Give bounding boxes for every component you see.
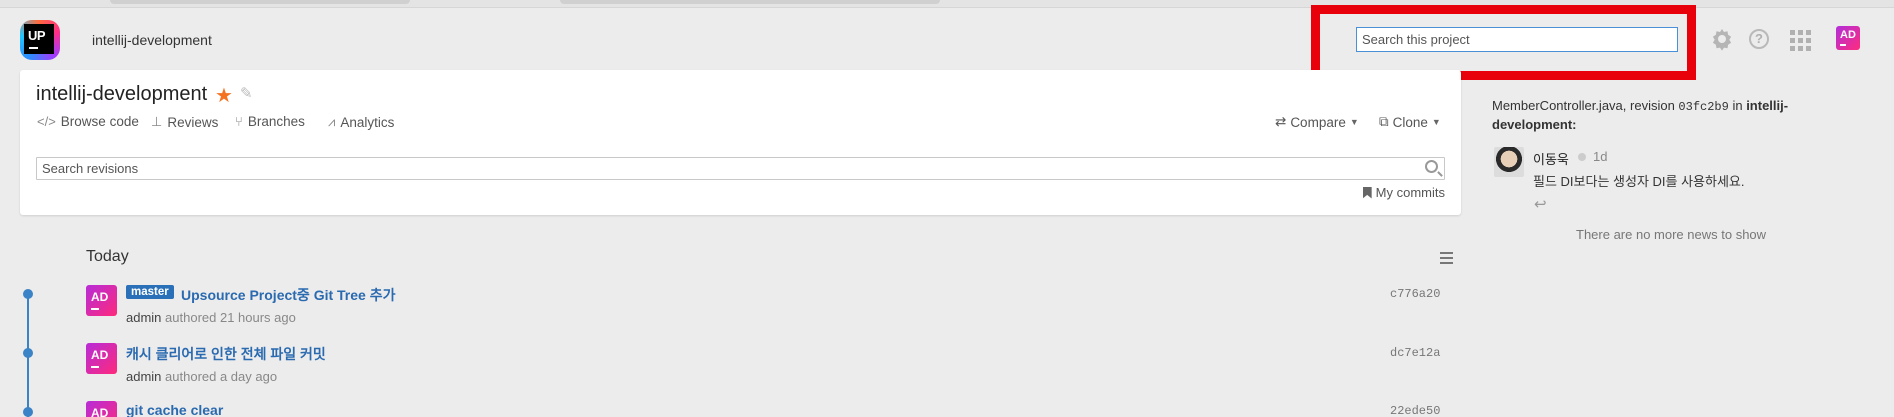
- star-icon[interactable]: ★: [215, 83, 233, 108]
- address-bar-fragment: [110, 0, 410, 4]
- commit-hash[interactable]: c776a20: [1390, 287, 1440, 301]
- commit-title[interactable]: 캐시 클리어로 인한 전체 파일 커밋: [126, 344, 326, 364]
- timeline-dot: [23, 407, 33, 417]
- analytics-icon: ⩘: [328, 114, 336, 129]
- status-dot: [1578, 153, 1586, 161]
- nav-browse-code[interactable]: </> Browse code: [37, 114, 139, 129]
- help-icon[interactable]: ?: [1749, 29, 1769, 49]
- apps-grid-icon[interactable]: [1790, 30, 1811, 51]
- commit-hash[interactable]: 22ede50: [1390, 404, 1440, 417]
- reviews-icon: ⊥: [151, 114, 163, 129]
- nav-analytics[interactable]: ⩘ Analytics: [328, 114, 394, 130]
- author-photo: [1494, 147, 1524, 177]
- revision-search-input[interactable]: [37, 158, 1444, 179]
- nav-reviews[interactable]: ⊥ Reviews: [151, 114, 218, 130]
- project-card: intellij-development ★ ✎ </> Browse code…: [20, 70, 1461, 215]
- news-time: 1d: [1593, 149, 1608, 164]
- timeline-dot: [23, 348, 33, 358]
- compare-dropdown[interactable]: ⇄ Compare ▼: [1275, 114, 1359, 130]
- address-bar-fragment: [560, 0, 940, 4]
- news-author[interactable]: 이동욱: [1533, 149, 1569, 168]
- timeline-group-label: Today: [86, 248, 129, 265]
- commit-hash[interactable]: dc7e12a: [1390, 346, 1440, 360]
- news-item-header: MemberController.java, revision 03fc2b9 …: [1492, 98, 1789, 132]
- search-icon[interactable]: [1425, 160, 1438, 173]
- clone-icon: ⧉: [1379, 114, 1389, 129]
- settings-icon[interactable]: [1710, 27, 1734, 51]
- caret-down-icon: ▼: [1349, 117, 1359, 127]
- list-menu-icon[interactable]: [1440, 252, 1453, 267]
- branch-icon: ⑂: [235, 114, 243, 129]
- caret-down-icon: ▼: [1431, 117, 1441, 127]
- nav-branches[interactable]: ⑂ Branches: [235, 114, 305, 129]
- my-commits-link[interactable]: My commits: [1362, 185, 1445, 200]
- commit-meta: admin authored a day ago: [126, 369, 278, 384]
- commit-avatar: AD: [86, 285, 117, 316]
- header-project-name[interactable]: intellij-development: [92, 32, 212, 48]
- news-comment: 필드 DI보다는 생성자 DI를 사용하세요.: [1533, 174, 1745, 189]
- clone-dropdown[interactable]: ⧉ Clone ▼: [1379, 114, 1441, 130]
- commit-title[interactable]: git cache clear: [126, 402, 223, 417]
- upsource-logo[interactable]: UP: [20, 20, 60, 60]
- user-avatar[interactable]: AD: [1836, 26, 1860, 50]
- news-revision-link[interactable]: 03fc2b9: [1678, 100, 1728, 114]
- edit-icon[interactable]: ✎: [240, 84, 253, 102]
- code-icon: </>: [37, 114, 56, 129]
- commit-meta: admin authored 21 hours ago: [126, 310, 296, 325]
- no-more-news: There are no more news to show: [1576, 227, 1767, 242]
- news-file-link[interactable]: MemberController.java: [1492, 98, 1623, 113]
- commit-avatar: AD: [86, 343, 117, 374]
- revision-search: [36, 157, 1445, 180]
- reply-icon[interactable]: ↩: [1534, 195, 1547, 213]
- project-title: intellij-development: [36, 83, 208, 105]
- timeline-dot: [23, 289, 33, 299]
- commit-avatar: AD: [86, 401, 117, 417]
- compare-icon: ⇄: [1275, 114, 1287, 129]
- commit-title[interactable]: Upsource Project중 Git Tree 추가: [181, 285, 395, 305]
- project-search-input[interactable]: [1356, 27, 1678, 52]
- bookmark-icon: [1362, 186, 1372, 199]
- branch-badge[interactable]: master: [126, 285, 174, 299]
